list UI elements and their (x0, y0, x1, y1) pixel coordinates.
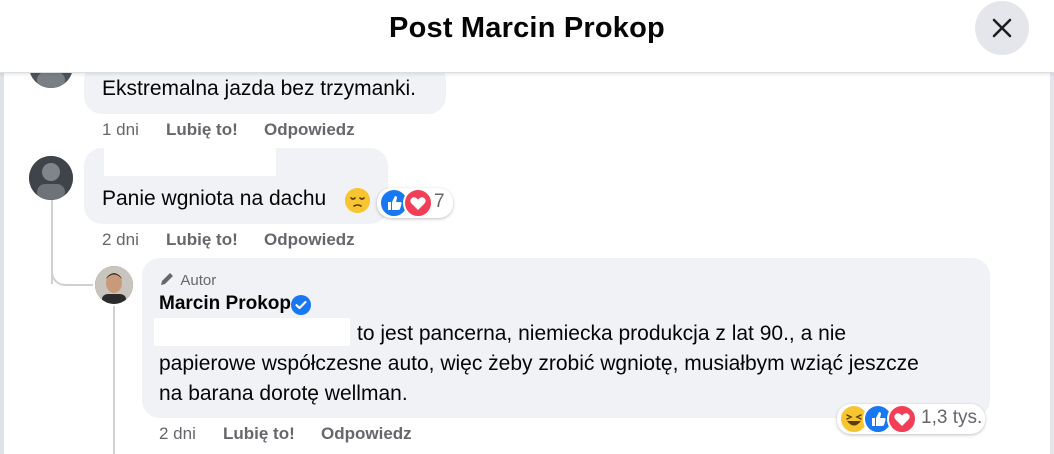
pencil-icon (161, 273, 173, 285)
reply-connector-line (51, 250, 93, 286)
post-dialog-header: Post Marcin Prokop (0, 0, 1054, 73)
comment-time[interactable]: 2 dni (102, 230, 139, 250)
reply-text-line: papierowe współczesne auto, więc żeby zr… (159, 352, 919, 375)
verified-badge-icon (291, 295, 311, 315)
reply-text-line: to jest pancerna, niemiecka produkcja z … (357, 322, 847, 345)
reply-time[interactable]: 2 dni (159, 424, 196, 444)
reaction-count: 1,3 tys. (921, 407, 983, 428)
like-button[interactable]: Lubię to! (166, 230, 238, 250)
author-name[interactable]: Marcin Prokop (159, 293, 291, 315)
comment-time[interactable]: 1 dni (102, 120, 139, 140)
reaction-count: 7 (434, 191, 445, 212)
avatar[interactable] (29, 156, 73, 200)
scrollbar-track[interactable] (1050, 72, 1054, 454)
comment-text: Panie wgniota na dachu (102, 187, 327, 210)
sleepy-face-emoji-icon (345, 188, 370, 213)
close-button[interactable] (975, 1, 1029, 55)
love-icon (403, 188, 433, 218)
author-avatar[interactable] (95, 266, 133, 304)
reply-button[interactable]: Odpowiedz (321, 424, 412, 444)
left-page-edge (0, 72, 4, 454)
reply-button[interactable]: Odpowiedz (264, 230, 355, 250)
close-icon (992, 18, 1012, 38)
reactions-summary[interactable]: 7 (377, 188, 453, 218)
reactions-summary[interactable]: 1,3 tys. (837, 404, 985, 434)
like-button[interactable]: Lubię to! (166, 120, 238, 140)
redacted-mention (154, 318, 350, 346)
like-button[interactable]: Lubię to! (223, 424, 295, 444)
redacted-name (104, 148, 276, 176)
love-icon (887, 404, 917, 434)
author-badge-label: Autor (180, 272, 217, 289)
reply-text-line: na barana dorotę wellman. (159, 382, 408, 405)
author-badge: Autor (159, 269, 217, 289)
comment-text: Ekstremalna jazda bez trzymanki. (102, 77, 416, 100)
reply-button[interactable]: Odpowiedz (264, 120, 355, 140)
reply-thread-line (113, 306, 115, 454)
dialog-title: Post Marcin Prokop (389, 12, 665, 44)
